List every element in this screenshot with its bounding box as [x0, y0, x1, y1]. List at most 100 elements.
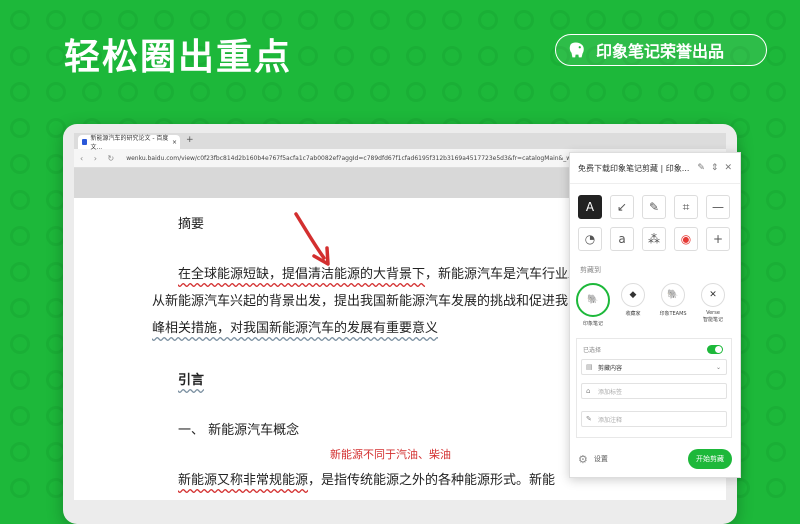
pattern-swirl	[10, 298, 30, 318]
pattern-swirl	[658, 10, 678, 30]
more-tool-button[interactable]: +	[706, 227, 730, 251]
settings-link[interactable]: 设置	[594, 454, 608, 464]
stamp-tool-button[interactable]: ◔	[578, 227, 602, 251]
pattern-swirl	[766, 334, 786, 354]
paragraph-1: 在全球能源短缺，提倡清洁能源的大背景下，新能源汽车是汽车行业发	[178, 263, 581, 282]
pattern-swirl	[10, 10, 30, 30]
crop-tool-button[interactable]: ⌗	[674, 195, 698, 219]
pattern-swirl	[586, 10, 606, 30]
paragraph-2: 从新能源汽车兴起的背景出发，提出我国新能源汽车发展的挑战和促进我	[152, 294, 569, 309]
tab-close-icon[interactable]: ×	[172, 139, 177, 146]
text-tool-button[interactable]: A	[578, 195, 602, 219]
new-tab-button[interactable]: +	[186, 135, 194, 145]
section-1-heading: 一、 新能源汽车概念	[178, 423, 300, 438]
pattern-swirl	[154, 82, 174, 102]
pattern-swirl	[478, 82, 498, 102]
pattern-swirl	[154, 10, 174, 30]
line-tool-button[interactable]: —	[706, 195, 730, 219]
pattern-swirl	[442, 10, 462, 30]
gear-icon[interactable]: ⚙	[578, 453, 588, 466]
destination-label: 收藏家	[625, 311, 641, 317]
pattern-swirl	[766, 478, 786, 498]
pattern-swirl	[10, 154, 30, 174]
pattern-swirl	[226, 10, 246, 30]
pattern-swirl	[10, 46, 30, 66]
clip-content-select[interactable]: ▤ 剪藏内容 ⌄	[581, 359, 727, 375]
color-tool-button[interactable]: ◉	[674, 227, 698, 251]
pattern-swirl	[334, 82, 354, 102]
pattern-swirl	[478, 10, 498, 30]
pattern-swirl	[766, 82, 786, 102]
pattern-swirl	[370, 10, 390, 30]
pattern-swirl	[10, 118, 30, 138]
tab-bar: 新能源汽车的研究论文 - 百度文... × +	[74, 133, 726, 151]
start-clip-button[interactable]: 开始剪藏	[688, 449, 732, 469]
pattern-swirl	[658, 82, 678, 102]
pattern-swirl	[766, 10, 786, 30]
note-placeholder: 添加注释	[598, 416, 623, 424]
paragraph-1-rest: ，新能源汽车是汽车行业发	[425, 267, 582, 282]
pattern-swirl	[766, 154, 786, 174]
pattern-swirl	[46, 82, 66, 102]
pattern-swirl	[118, 82, 138, 102]
destination-teams[interactable]: 🐘 印象TEAMS	[658, 283, 688, 327]
brand-label: 印象笔记荣誉出品	[596, 42, 725, 61]
paragraph-3: 峰相关措施，对我国新能源汽车的发展有重要意义	[152, 321, 439, 336]
destination-verse[interactable]: ✕ Verse 智能笔记	[698, 283, 728, 327]
pattern-swirl	[550, 10, 570, 30]
tags-placeholder: 添加标签	[598, 388, 623, 396]
pattern-swirl	[622, 82, 642, 102]
pattern-swirl	[10, 442, 30, 462]
font-tool-button[interactable]: a	[610, 227, 634, 251]
pattern-swirl	[766, 190, 786, 210]
nav-buttons[interactable]: ‹ › ↻	[80, 154, 118, 163]
pattern-swirl	[514, 82, 534, 102]
pattern-swirl	[262, 82, 282, 102]
paragraph-4: 新能源又称非常规能源，是指传统能源之外的各种能源形式。新能	[178, 469, 555, 488]
edit-icon[interactable]: ✎	[697, 163, 705, 173]
pattern-swirl	[730, 10, 750, 30]
browser-tab[interactable]: 新能源汽车的研究论文 - 百度文... ×	[78, 135, 180, 151]
pattern-swirl	[406, 46, 426, 66]
destination-collector[interactable]: ◆ 收藏家	[618, 283, 648, 327]
pattern-swirl	[118, 10, 138, 30]
pattern-swirl	[334, 10, 354, 30]
pattern-swirl	[406, 10, 426, 30]
brand-badge: 印象笔记荣誉出品	[555, 34, 767, 66]
highlight-1: 在全球能源短缺	[178, 267, 270, 282]
panel-header: 免费下载印象笔记剪藏 | 印象... ✎ ⇕ ✕	[570, 153, 740, 184]
clip-to-label: 剪藏到	[580, 266, 601, 274]
panel-footer: ⚙ 设置 开始剪藏	[578, 449, 732, 469]
annotation-note: 新能源不同于汽油、柴油	[330, 448, 451, 461]
pattern-swirl	[10, 262, 30, 282]
close-icon[interactable]: ✕	[724, 163, 732, 173]
pattern-swirl	[766, 226, 786, 246]
destination-yinxiang[interactable]: 🐘 印象笔记	[576, 283, 610, 327]
pattern-swirl	[586, 82, 606, 102]
pattern-swirl	[10, 406, 30, 426]
pattern-swirl	[370, 46, 390, 66]
chevron-down-icon: ⌄	[715, 363, 721, 371]
pattern-swirl	[46, 10, 66, 30]
elephant-icon: 🐘	[576, 283, 610, 317]
pattern-swirl	[514, 46, 534, 66]
pattern-swirl	[442, 82, 462, 102]
pin-icon[interactable]: ⇕	[711, 163, 719, 173]
pen-tool-button[interactable]: ✎	[642, 195, 666, 219]
tag-icon: ⌂	[586, 387, 591, 395]
tab-title: 新能源汽车的研究论文 - 百度文...	[90, 135, 169, 151]
panel-title: 免费下载印象笔记剪藏 | 印象...	[578, 163, 690, 173]
mosaic-tool-button[interactable]: ⁂	[642, 227, 666, 251]
selected-toggle[interactable]	[707, 345, 723, 354]
pattern-swirl	[442, 46, 462, 66]
destination-label: 印象TEAMS	[659, 311, 687, 317]
pencil-icon: ✎	[586, 415, 592, 423]
pattern-swirl	[730, 82, 750, 102]
clip-content-label: 剪藏内容	[598, 364, 623, 372]
pattern-swirl	[766, 118, 786, 138]
pattern-swirl	[82, 82, 102, 102]
note-input[interactable]: ✎ 添加注释	[581, 411, 727, 427]
arrow-tool-button[interactable]: ↙	[610, 195, 634, 219]
tags-input[interactable]: ⌂ 添加标签	[581, 383, 727, 399]
pattern-swirl	[262, 10, 282, 30]
